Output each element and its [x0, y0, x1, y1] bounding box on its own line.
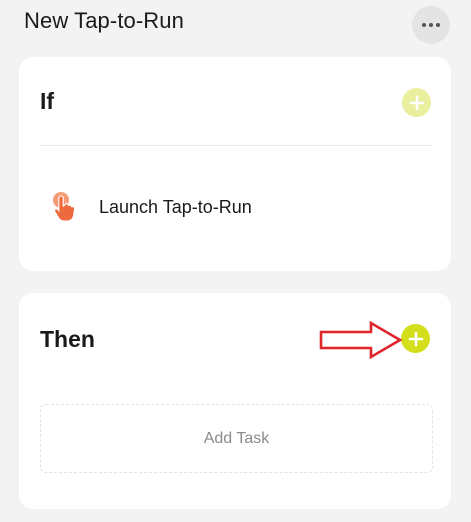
add-task-button[interactable]: Add Task: [40, 404, 433, 473]
plus-icon: [409, 95, 424, 110]
add-task-label: Add Task: [203, 429, 270, 447]
more-options-button[interactable]: [412, 6, 450, 44]
condition-label: Launch Tap-to-Run: [99, 197, 252, 217]
red-arrow-right-icon: [319, 321, 403, 359]
if-card: If Launch Tap-to-Run: [19, 57, 451, 271]
more-horizontal-icon-dot: [429, 23, 433, 27]
then-add-button[interactable]: [401, 324, 430, 353]
tap-hand-icon: [53, 192, 76, 222]
plus-icon: [408, 331, 423, 346]
then-heading: Then: [40, 326, 95, 352]
if-heading: If: [40, 88, 55, 114]
condition-row[interactable]: Launch Tap-to-Run: [40, 187, 432, 227]
if-add-button[interactable]: [402, 88, 431, 117]
divider: [40, 145, 432, 146]
more-horizontal-icon-dot: [436, 23, 440, 27]
page-title: New Tap-to-Run: [24, 8, 184, 33]
header: New Tap-to-Run: [0, 0, 471, 50]
more-horizontal-icon: [422, 23, 426, 27]
